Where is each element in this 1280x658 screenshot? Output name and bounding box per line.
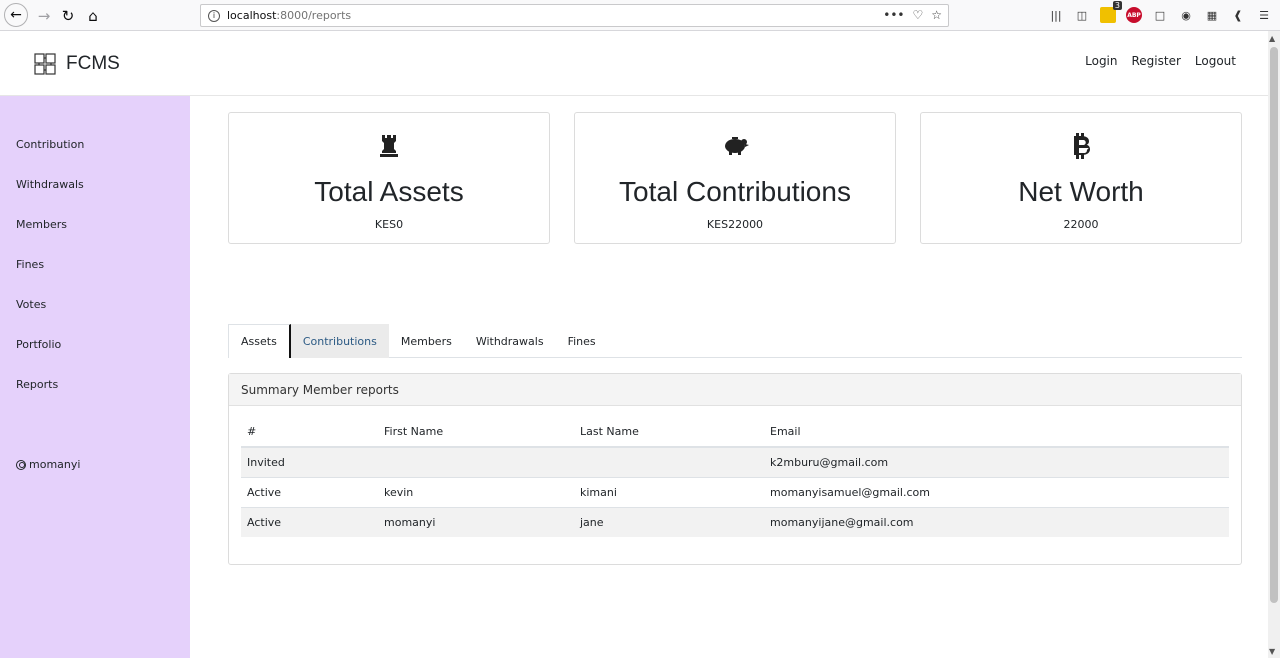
card-total-contributions: Total Contributions KES22000 (574, 112, 896, 244)
extension-red-icon[interactable]: ▦ (1204, 7, 1220, 23)
extension-icon[interactable]: □ (1152, 7, 1168, 23)
reload-icon[interactable]: ↻ (57, 5, 79, 27)
scroll-thumb[interactable] (1270, 47, 1278, 603)
pocket-icon[interactable]: ♡ (912, 8, 923, 22)
logout-link[interactable]: Logout (1195, 54, 1236, 68)
card-value: KES0 (374, 218, 404, 231)
cell-first-name: momanyi (378, 506, 574, 537)
extension-arrow-icon[interactable]: ❰ (1230, 7, 1246, 23)
card-value: 22000 (1063, 218, 1099, 231)
scroll-down-icon[interactable]: ▼ (1269, 647, 1275, 656)
column-header: Email (764, 417, 1229, 448)
chess-rook-icon (229, 133, 549, 159)
brand-name: FCMS (66, 53, 120, 74)
card-title: Net Worth (1018, 176, 1144, 207)
app-header: FCMS Login Register Logout (0, 31, 1268, 96)
browser-toolbar: ← → ↻ ⌂ i localhost:8000/reports ••• ♡ ☆… (0, 0, 1280, 31)
back-arrow-icon[interactable]: ← (4, 3, 28, 27)
column-header: Last Name (574, 417, 764, 448)
adblock-icon[interactable]: ABP (1126, 7, 1142, 23)
sidebar-toggle-icon[interactable]: ◫ (1074, 7, 1090, 23)
register-link[interactable]: Register (1132, 54, 1181, 68)
menu-icon[interactable]: ☰ (1256, 7, 1272, 23)
extension-badge-icon[interactable]: 3 (1100, 1, 1122, 23)
url-text: localhost:8000/reports (227, 9, 352, 22)
sidebar-item-contribution[interactable]: Contribution (16, 138, 84, 151)
toolbar-icons: ||| ◫ 3 ABP □ ◉ ▦ ❰ ☰ (1048, 1, 1272, 23)
login-link[interactable]: Login (1085, 54, 1117, 68)
scroll-up-icon[interactable]: ▲ (1269, 34, 1275, 43)
panel-title: Summary Member reports (229, 374, 1241, 406)
page-actions-icon[interactable]: ••• (883, 8, 904, 22)
site-info-icon[interactable]: i (208, 9, 220, 22)
cell-email: momanyijane@gmail.com (764, 506, 1229, 537)
cell-first-name: kevin (378, 476, 574, 507)
cell-email: momanyisamuel@gmail.com (764, 476, 1229, 507)
cell-email: k2mburu@gmail.com (764, 446, 1229, 477)
card-value: KES22000 (706, 218, 764, 231)
sidebar: Contribution Withdrawals Members Fines V… (0, 96, 190, 658)
cell-status: Active (241, 476, 378, 507)
sidebar-item-reports[interactable]: Reports (16, 378, 58, 391)
top-nav: Login Register Logout (1085, 54, 1236, 68)
piggy-bank-icon (575, 133, 895, 159)
library-icon[interactable]: ||| (1048, 7, 1064, 23)
tab-contributions[interactable]: Contributions (290, 324, 389, 358)
cell-first-name (378, 446, 574, 477)
column-header: First Name (378, 417, 574, 448)
account-icon[interactable]: ◉ (1178, 7, 1194, 23)
report-tabs: Assets Contributions Members Withdrawals… (228, 324, 1242, 358)
table-row: Active kevin kimani momanyisamuel@gmail.… (241, 476, 1229, 507)
card-title: Total Contributions (619, 176, 851, 207)
cell-last-name: kimani (574, 476, 764, 507)
bitcoin-icon (921, 133, 1241, 159)
bookmark-star-icon[interactable]: ☆ (931, 8, 942, 22)
table-row: Active momanyi jane momanyijane@gmail.co… (241, 506, 1229, 537)
members-table: # First Name Last Name Email Invited k2m… (241, 417, 1229, 537)
tab-fines[interactable]: Fines (556, 324, 608, 358)
home-icon[interactable]: ⌂ (82, 5, 104, 27)
user-circle-icon (16, 459, 26, 470)
tab-withdrawals[interactable]: Withdrawals (464, 324, 556, 358)
cell-status: Active (241, 506, 378, 537)
sidebar-username: momanyi (29, 458, 81, 471)
cell-last-name (574, 446, 764, 477)
brand[interactable]: FCMS (32, 51, 120, 77)
table-header-row: # First Name Last Name Email (241, 417, 1229, 448)
sidebar-item-withdrawals[interactable]: Withdrawals (16, 178, 84, 191)
url-actions: ••• ♡ ☆ (883, 8, 942, 22)
sidebar-item-members[interactable]: Members (16, 218, 67, 231)
sidebar-item-votes[interactable]: Votes (16, 298, 46, 311)
page-scrollbar[interactable]: ▲ ▼ (1268, 31, 1280, 658)
tab-members[interactable]: Members (389, 324, 464, 358)
card-title: Total Assets (314, 176, 464, 207)
cell-status: Invited (241, 446, 378, 477)
card-net-worth: Net Worth 22000 (920, 112, 1242, 244)
forward-arrow-icon[interactable]: → (33, 5, 55, 27)
sidebar-item-fines[interactable]: Fines (16, 258, 44, 271)
badge-count: 3 (1112, 1, 1122, 10)
column-header: # (241, 417, 378, 448)
brand-logo-icon (34, 53, 56, 75)
card-total-assets: Total Assets KES0 (228, 112, 550, 244)
sidebar-user[interactable]: momanyi (16, 458, 80, 471)
address-bar[interactable]: i localhost:8000/reports ••• ♡ ☆ (200, 4, 949, 27)
sidebar-item-portfolio[interactable]: Portfolio (16, 338, 61, 351)
table-row: Invited k2mburu@gmail.com (241, 446, 1229, 477)
tab-assets[interactable]: Assets (228, 324, 291, 358)
cell-last-name: jane (574, 506, 764, 537)
summary-panel: Summary Member reports # First Name Last… (228, 373, 1242, 565)
